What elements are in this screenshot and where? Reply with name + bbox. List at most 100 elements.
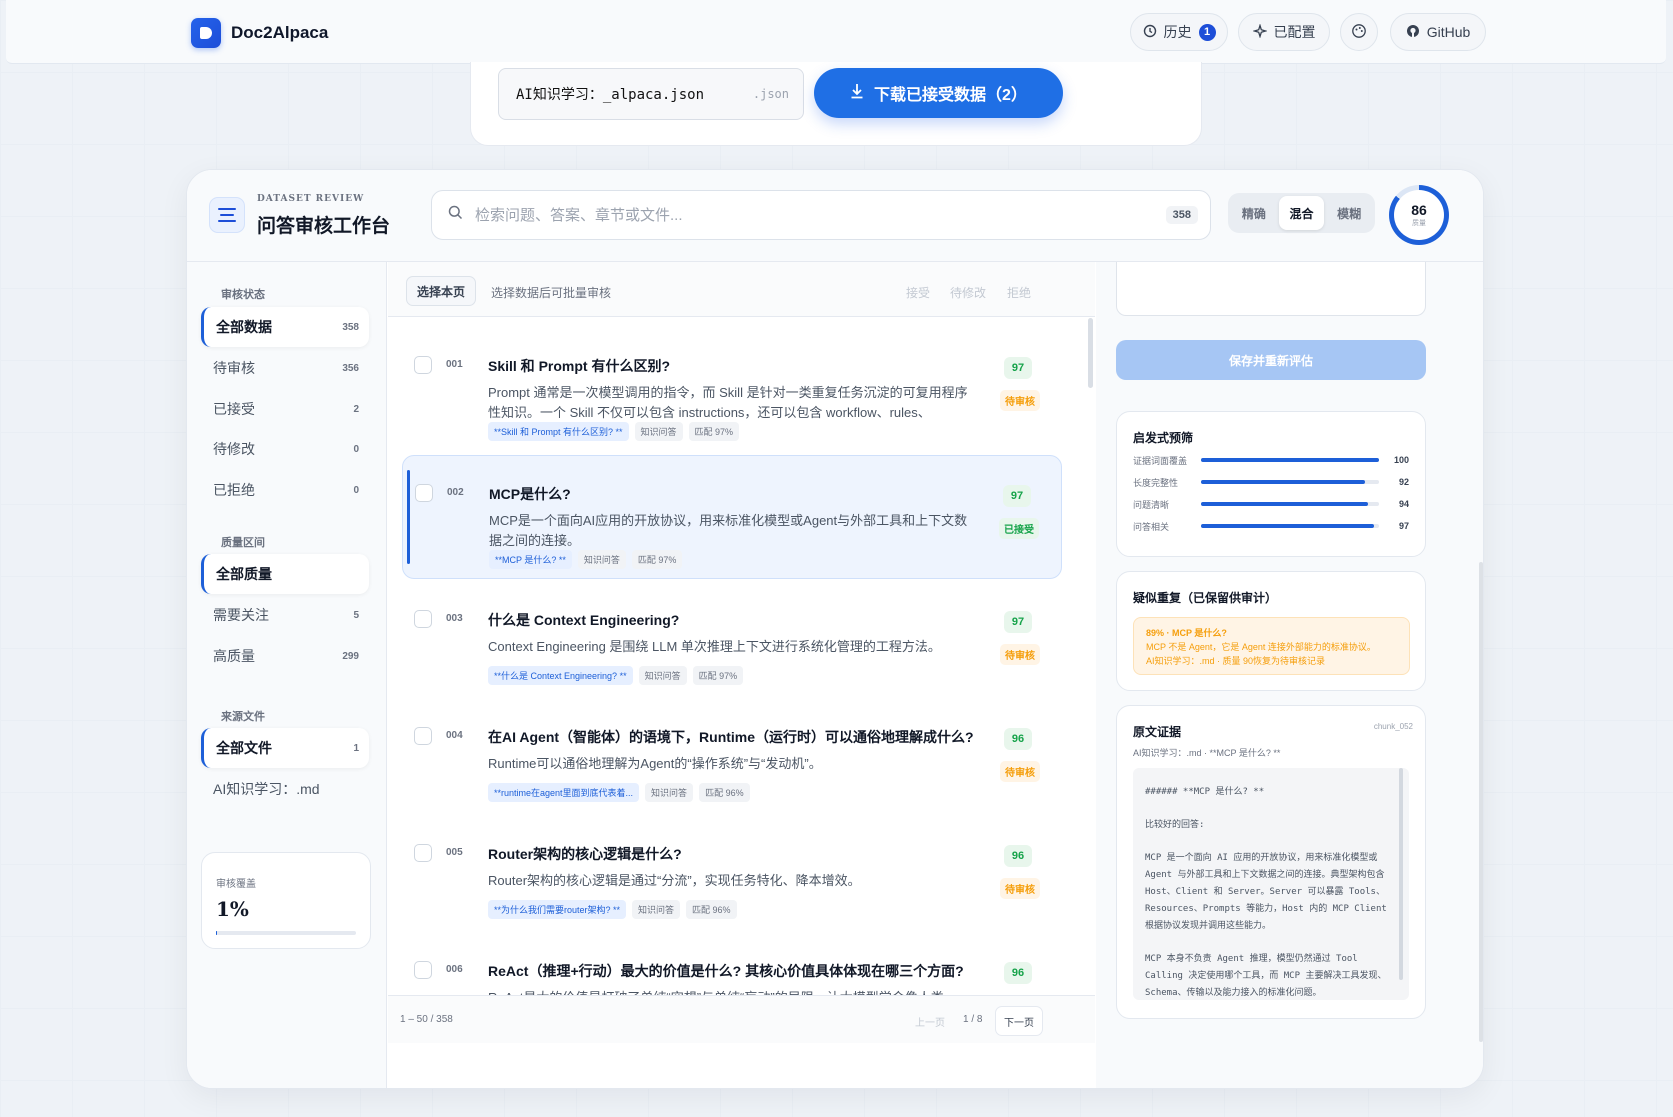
item-answer: Router架构的核心逻辑是通过“分流”，实现任务特化、降本增效。	[488, 873, 861, 888]
item-number: 004	[446, 730, 463, 741]
filter-all-data[interactable]: 全部数据 358	[201, 307, 369, 347]
evidence-chunk-id: chunk_052	[1373, 722, 1413, 731]
qa-list-item[interactable]: 006 ReAct（推理+行动）最大的价值是什么? 其核心价值具体体现在哪三个方面…	[402, 933, 1062, 995]
theme-button[interactable]	[1340, 13, 1378, 51]
answer-editor-textarea[interactable]	[1116, 262, 1426, 316]
batch-reject-button[interactable]: 拒绝	[1007, 284, 1031, 301]
filter-needs-revision[interactable]: 待修改 0	[201, 429, 369, 469]
evidence-paragraph: ###### **MCP 是什么? **	[1145, 787, 1265, 797]
logo-icon	[191, 18, 221, 48]
type-tag: 知识问答	[632, 900, 681, 919]
filter-count: 1	[353, 742, 359, 754]
pagination: 1 – 50 / 358 上一页 1 / 8 下一页	[388, 995, 1095, 1043]
filter-label: 已接受	[213, 401, 255, 417]
search-input[interactable]	[475, 206, 1115, 224]
next-page-button[interactable]: 下一页	[995, 1006, 1043, 1036]
duplicate-source: AI知识学习：.md · 质量 90恢复为待审核记录	[1146, 656, 1326, 666]
evidence-title: 原文证据	[1133, 725, 1182, 739]
duplicate-item[interactable]: 89% · MCP 是什么? MCP 不是 Agent，它是 Agent 连接外…	[1133, 617, 1410, 675]
filter-needs-attention[interactable]: 需要关注 5	[201, 595, 369, 635]
match-tag: 匹配 97%	[631, 550, 683, 569]
mode-exact[interactable]: 精确	[1231, 196, 1277, 230]
save-reevaluate-button[interactable]: 保存并重新评估	[1116, 340, 1426, 380]
filter-count: 299	[342, 650, 359, 662]
export-extension: .json	[752, 87, 789, 101]
heuristic-title: 启发式预筛	[1133, 431, 1194, 445]
quality-score-badge: 96	[1004, 728, 1032, 750]
download-accepted-button[interactable]: 下载已接受数据（2）	[814, 68, 1063, 118]
type-tag: 知识问答	[645, 783, 694, 802]
qa-list-item[interactable]: 001 Skill 和 Prompt 有什么区别? Prompt 通常是一次模型调用…	[402, 328, 1062, 452]
item-tags: **为什么我们需要router架构? ** 知识问答 匹配 96%	[488, 900, 737, 919]
metric-value: 92	[1398, 477, 1409, 487]
review-coverage-card: 审核覆盖 1%	[201, 852, 371, 949]
mode-hybrid[interactable]: 混合	[1278, 196, 1325, 230]
filter-all-files[interactable]: 全部文件 1	[201, 728, 369, 768]
review-workspace: DATASET REVIEW 问答审核工作台 358 精确 混合 模糊 86 质…	[186, 169, 1484, 1089]
metric-label: 问题清晰	[1133, 499, 1170, 510]
row-checkbox[interactable]	[414, 727, 432, 745]
metric-label: 证据词面覆盖	[1133, 455, 1188, 466]
detail-scrollbar[interactable]	[1479, 562, 1483, 1042]
qa-list-item[interactable]: 004 在AI Agent（智能体）的语境下，Runtime（运行时）可以通俗地理…	[402, 699, 1062, 823]
filter-rejected[interactable]: 已拒绝 0	[201, 470, 369, 510]
list-scrollbar[interactable]	[1088, 318, 1093, 388]
mode-fuzzy[interactable]: 模糊	[1326, 196, 1372, 230]
evidence-scrollbar[interactable]	[1399, 768, 1403, 980]
duplicate-match: 89% · MCP 是什么?	[1146, 628, 1227, 638]
filter-accepted[interactable]: 已接受 2	[201, 389, 369, 429]
workspace-title: 问答审核工作台	[257, 216, 391, 237]
item-question: 在AI Agent（智能体）的语境下，Runtime（运行时）可以通俗地理解成什…	[488, 729, 974, 745]
batch-accept-button[interactable]: 接受	[906, 284, 930, 301]
filter-label: 全部数据	[216, 319, 272, 335]
qa-list-item[interactable]: 005 Router架构的核心逻辑是什么? Router架构的核心逻辑是通过“分流”…	[402, 816, 1062, 940]
metric-row: 证据词面覆盖 100	[1133, 454, 1409, 466]
evidence-paragraph: MCP 本身不负责 Agent 推理，模型仍然通过 Tool Calling 决…	[1145, 954, 1387, 998]
prev-page-button[interactable]: 上一页	[915, 1014, 945, 1029]
github-button[interactable]: GitHub	[1390, 13, 1486, 51]
item-question: Router架构的核心逻辑是什么?	[488, 846, 682, 862]
history-button[interactable]: 历史 1	[1130, 13, 1228, 51]
row-checkbox[interactable]	[415, 484, 433, 502]
configured-button[interactable]: 已配置	[1238, 13, 1330, 51]
filter-sidebar: 审核状态 全部数据 358 待审核 356 已接受 2 待修改 0 已拒绝 0 质量区间 …	[187, 262, 387, 1088]
row-checkbox[interactable]	[414, 961, 432, 979]
filter-source-file[interactable]: AI知识学习：.md	[201, 769, 369, 809]
export-filename-field[interactable]: AI知识学习：_alpaca.json .json	[498, 68, 804, 120]
export-filename: AI知识学习：_alpaca.json	[516, 87, 705, 103]
app-name: Doc2Alpaca	[231, 23, 329, 42]
row-checkbox[interactable]	[414, 610, 432, 628]
app-logo[interactable]: Doc2Alpaca	[191, 18, 328, 48]
filter-all-quality[interactable]: 全部质量	[201, 554, 369, 594]
item-question: 什么是 Context Engineering?	[488, 612, 680, 628]
filter-high-quality[interactable]: 高质量 299	[201, 636, 369, 676]
qa-list-item[interactable]: 003 什么是 Context Engineering? Context Engin…	[402, 582, 1062, 706]
github-icon	[1406, 24, 1420, 41]
metric-value: 94	[1398, 499, 1409, 509]
metric-bar	[1201, 524, 1379, 528]
filter-count: 5	[353, 609, 359, 621]
metric-label: 问答相关	[1133, 521, 1170, 532]
qa-list: 001 Skill 和 Prompt 有什么区别? Prompt 通常是一次模型调用…	[388, 318, 1095, 995]
filter-label: 已拒绝	[213, 482, 255, 498]
row-checkbox[interactable]	[414, 844, 432, 862]
batch-revise-button[interactable]: 待修改	[950, 284, 986, 301]
filter-pending[interactable]: 待审核 356	[201, 348, 369, 388]
status-badge: 待审核	[1000, 644, 1040, 665]
status-badge: 待审核	[1000, 390, 1040, 411]
qa-list-item[interactable]: 002 MCP是什么? MCP是一个面向AI应用的开放协议，用来标准化模型或Agen…	[402, 455, 1062, 579]
row-checkbox[interactable]	[414, 356, 432, 374]
item-answer: ReAct最大的价值是打破了单纯“空想”与单纯“盲动”的局限，让大模型学会像人类…	[488, 988, 978, 995]
filter-count: 2	[353, 403, 359, 415]
filter-label: 全部质量	[216, 566, 272, 582]
search-box: 358	[431, 190, 1211, 240]
status-section-title: 审核状态	[221, 289, 265, 301]
match-mode-toggle: 精确 混合 模糊	[1228, 193, 1375, 233]
select-page-button[interactable]: 选择本页	[406, 276, 477, 306]
filter-count: 358	[342, 321, 359, 333]
quality-score-value: 86	[1411, 202, 1427, 218]
menu-icon[interactable]	[209, 197, 245, 233]
duplicate-answer: MCP 不是 Agent，它是 Agent 连接外部能力的标准协议。	[1146, 642, 1376, 652]
type-tag: 知识问答	[577, 550, 626, 569]
metric-bar	[1201, 458, 1379, 462]
